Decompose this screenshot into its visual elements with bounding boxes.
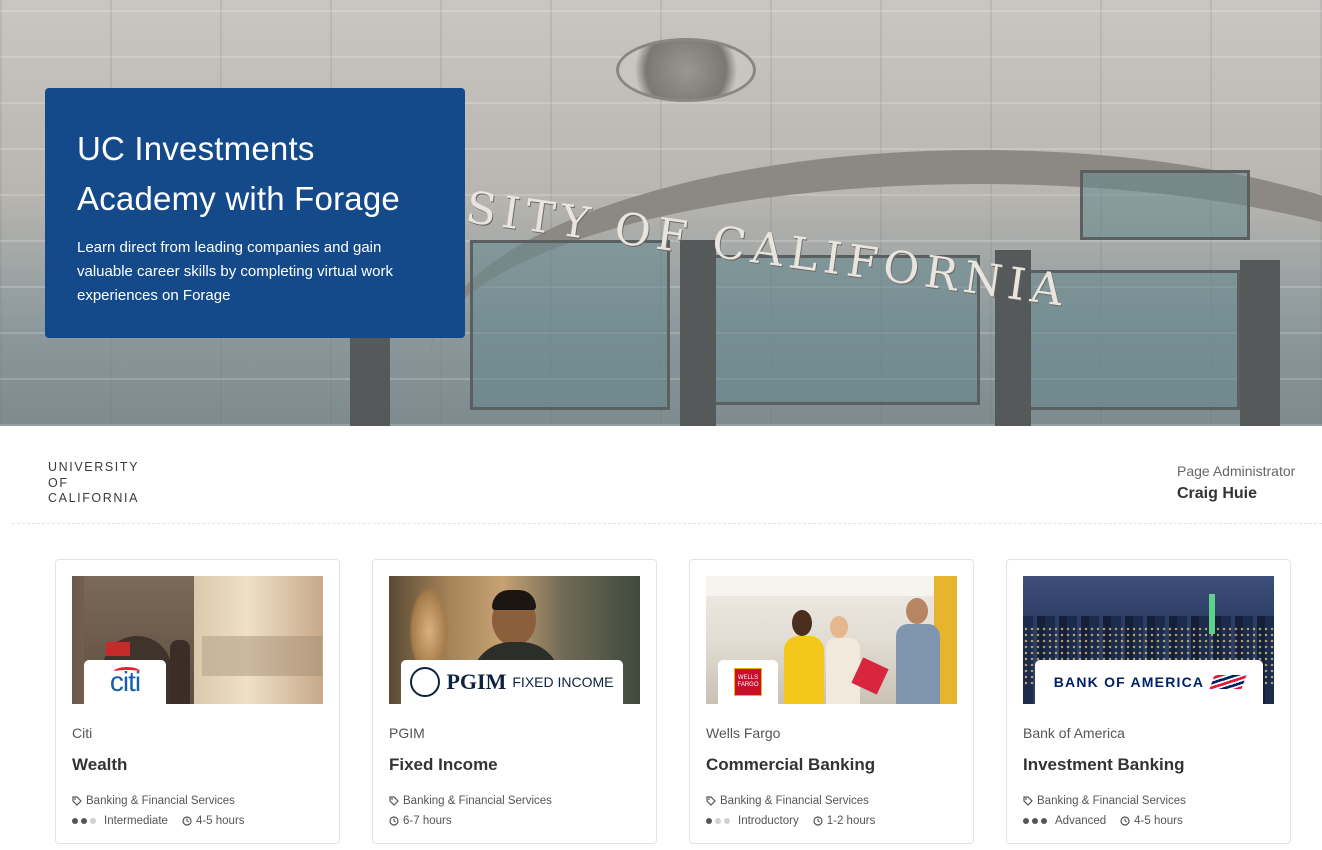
card-title[interactable]: Fixed Income	[389, 755, 498, 775]
card-title[interactable]: Commercial Banking	[706, 755, 875, 775]
man-hair	[492, 590, 536, 610]
admin-name[interactable]: Craig Huie	[1177, 485, 1300, 503]
clock-icon	[182, 816, 192, 826]
card-image-smiling-man: PGIM FIXED INCOME	[389, 576, 640, 704]
pgim-logo-subtext: FIXED INCOME	[512, 674, 614, 690]
page-title: UC Investments Academy with Forage	[77, 130, 400, 217]
tag-label: Banking & Financial Services	[720, 795, 869, 807]
hero-description: Learn direct from leading companies and …	[77, 239, 393, 304]
hero-column	[680, 240, 716, 426]
pgim-rock-icon	[410, 667, 441, 697]
red-bus	[106, 642, 130, 656]
woman-white-top	[826, 638, 860, 704]
card-image-office-team: WELLS FARGO	[706, 576, 957, 704]
person-figure	[170, 640, 190, 704]
woman-head	[792, 610, 812, 636]
pgim-logo-text: PGIM	[446, 669, 507, 694]
card-image-city-skyline: BANK OF AMERICA	[1023, 576, 1274, 704]
difficulty-dots-icon	[706, 818, 730, 824]
logo-line: OF	[48, 475, 69, 490]
hero-column	[1240, 260, 1280, 426]
citi-logo: citi	[84, 660, 166, 704]
hero-banner: SITY OF CALIFORNIA UC Investments Academ…	[0, 0, 1322, 426]
hero-window	[470, 240, 670, 410]
tag-icon	[1023, 796, 1033, 806]
duration-label: 1-2 hours	[826, 815, 876, 827]
difficulty-dots-icon	[72, 818, 96, 824]
admin-label: Page Administrator	[1177, 463, 1296, 479]
difficulty-label: Introductory	[738, 815, 799, 827]
difficulty-label: Intermediate	[104, 815, 168, 827]
boa-logo-text: BANK OF AMERICA	[1053, 674, 1205, 690]
card-tag: Banking & Financial Services	[1023, 795, 1186, 807]
tag-label: Banking & Financial Services	[86, 795, 235, 807]
tag-label: Banking & Financial Services	[1037, 795, 1186, 807]
pgim-logo: PGIM FIXED INCOME	[401, 660, 623, 704]
difficulty-label: Advanced	[1055, 815, 1107, 827]
hero-window	[1080, 170, 1250, 240]
page-administrator: Page Administrator Craig Huie	[1177, 463, 1300, 503]
card-meta: Introductory 1-2 hours	[706, 815, 875, 827]
card-company: Citi	[72, 725, 93, 741]
program-card-citi-wealth[interactable]: citi Citi Wealth Banking & Financial Ser…	[55, 559, 340, 844]
duration-label: 6-7 hours	[403, 815, 452, 827]
logo-line: UNIVERSITY	[48, 460, 140, 474]
university-seal-icon	[616, 38, 756, 102]
logo-line: CALIFORNIA	[48, 491, 140, 505]
card-image-tower-bridge: citi	[72, 576, 323, 704]
tag-label: Banking & Financial Services	[403, 795, 552, 807]
card-meta: Advanced 4-5 hours	[1023, 815, 1183, 827]
empire-state-building	[1209, 594, 1215, 634]
clock-icon	[1120, 816, 1130, 826]
clock-icon	[389, 816, 399, 826]
tag-icon	[389, 796, 399, 806]
duration-label: 4-5 hours	[1134, 815, 1183, 827]
woman-blonde-head	[830, 616, 848, 638]
clock-icon	[813, 816, 823, 826]
card-company: Wells Fargo	[706, 725, 781, 741]
citi-arc-icon	[114, 667, 140, 676]
wells-fargo-logo: WELLS FARGO	[718, 660, 778, 704]
duration-label: 4-5 hours	[195, 815, 245, 827]
program-card-pgim-fixed-income[interactable]: PGIM FIXED INCOME PGIM Fixed Income Bank…	[372, 559, 657, 844]
program-card-wells-fargo-commercial-banking[interactable]: WELLS FARGO Wells Fargo Commercial Banki…	[689, 559, 974, 844]
card-tag: Banking & Financial Services	[72, 795, 235, 807]
bank-of-america-logo: BANK OF AMERICA	[1035, 660, 1263, 704]
card-title[interactable]: Investment Banking	[1023, 755, 1185, 775]
tag-icon	[706, 796, 716, 806]
wells-fargo-logo-text: WELLS FARGO	[734, 668, 762, 696]
hero-card: UC Investments Academy with Forage Learn…	[45, 88, 465, 338]
difficulty-dots-icon	[1023, 818, 1047, 824]
university-of-california-logo[interactable]: UNIVERSITY OF CALIFORNIA	[48, 460, 139, 507]
card-company: Bank of America	[1023, 725, 1125, 741]
card-company: PGIM	[389, 725, 425, 741]
man-head	[906, 598, 928, 624]
card-tag: Banking & Financial Services	[389, 795, 552, 807]
card-tag: Banking & Financial Services	[706, 795, 869, 807]
program-card-bank-of-america-investment-banking[interactable]: BANK OF AMERICA Bank of America Investme…	[1006, 559, 1291, 844]
man-blue-shirt	[896, 624, 940, 704]
hero-column	[350, 330, 390, 426]
boa-flag-icon	[1209, 675, 1247, 689]
tag-icon	[72, 796, 82, 806]
card-meta: Intermediate 4-5 hours	[72, 815, 245, 827]
card-title[interactable]: Wealth	[72, 755, 127, 775]
city-buildings	[202, 636, 322, 676]
card-meta: 6-7 hours	[389, 815, 452, 827]
office-ceiling	[706, 576, 957, 596]
divider	[12, 523, 1322, 524]
woman-yellow-jacket	[784, 636, 824, 704]
